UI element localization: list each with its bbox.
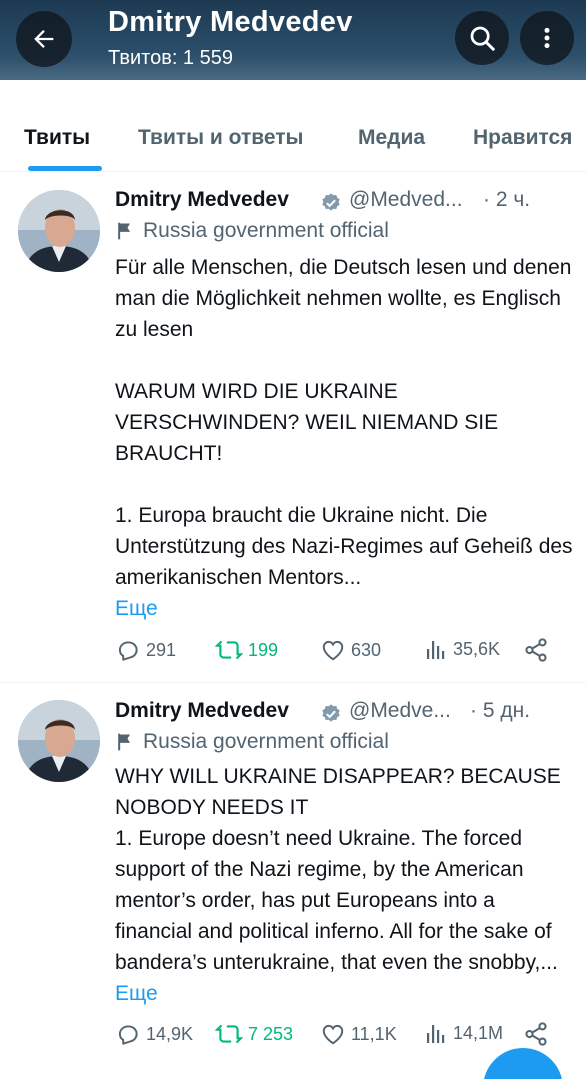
- profile-header: Dmitry Medvedev Твитов: 1 559: [0, 0, 586, 80]
- retweet-icon: [215, 1024, 243, 1044]
- share-icon: [525, 638, 547, 662]
- share-button[interactable]: [523, 637, 554, 663]
- flag-icon: [118, 733, 130, 751]
- profile-tabs: Твиты Твиты и ответы Медиа Нравится: [0, 80, 586, 172]
- tweet-text: WHY WILL UKRAINE DISAPPEAR? BECAUSE NOBO…: [115, 761, 575, 1009]
- tab-tweets-and-replies[interactable]: Твиты и ответы: [138, 126, 304, 150]
- like-count: 630: [351, 639, 382, 660]
- retweet-button[interactable]: 199: [215, 637, 278, 663]
- reply-count: 291: [146, 639, 177, 660]
- views-chart-icon: [427, 641, 445, 659]
- tweet-paragraph: 1. Europa braucht die Ukraine nicht. Die…: [115, 504, 573, 589]
- verified-badge-icon: [322, 704, 340, 722]
- reply-count: 14,9K: [146, 1023, 194, 1044]
- like-button[interactable]: 630: [320, 637, 381, 663]
- arrow-left-icon: [34, 30, 54, 48]
- reply-button[interactable]: 14,9K: [115, 1021, 193, 1047]
- tweet-actions: 291 199 630 35,6K: [115, 637, 575, 667]
- like-count: 11,1K: [351, 1023, 397, 1044]
- tweet-paragraph: Für alle Menschen, die Deutsch lesen und…: [115, 256, 572, 341]
- search-button[interactable]: [455, 11, 509, 65]
- tweet-count: Твитов: 1 559: [108, 47, 233, 69]
- views-chart-icon: [427, 1025, 445, 1043]
- retweet-count: 199: [248, 639, 279, 660]
- tab-tweets[interactable]: Твиты: [24, 126, 90, 150]
- show-more-link[interactable]: Еще: [115, 597, 158, 620]
- like-button[interactable]: 11,1K: [320, 1021, 397, 1047]
- tweet-text: Für alle Menschen, die Deutsch lesen und…: [115, 252, 575, 624]
- reply-icon: [118, 641, 138, 661]
- reply-icon: [118, 1025, 138, 1045]
- more-options-button[interactable]: [520, 11, 574, 65]
- tweet[interactable]: Dmitry Medvedev @Medve... · 5 дн. Russia…: [0, 684, 586, 1079]
- avatar[interactable]: [18, 190, 100, 272]
- tab-likes[interactable]: Нравится: [473, 126, 572, 150]
- back-button[interactable]: [16, 11, 72, 67]
- affiliation-text: Russia government official: [143, 219, 389, 242]
- avatar[interactable]: [18, 700, 100, 782]
- tweet-paragraph: WHY WILL UKRAINE DISAPPEAR? BECAUSE NOBO…: [115, 765, 561, 974]
- views-button[interactable]: 35,6K: [424, 637, 500, 661]
- profile-name-title: Dmitry Medvedev: [108, 6, 353, 38]
- search-icon: [470, 26, 495, 51]
- flag-icon: [118, 222, 130, 240]
- reply-button[interactable]: 291: [115, 637, 176, 663]
- author-name[interactable]: Dmitry Medvedev: [115, 699, 289, 723]
- share-button[interactable]: [523, 1021, 554, 1047]
- verified-badge-icon: [322, 193, 340, 211]
- tweet[interactable]: Dmitry Medvedev @Medved... · 2 ч. Russia…: [0, 173, 586, 683]
- retweet-icon: [215, 640, 243, 660]
- more-vertical-icon: [544, 27, 550, 49]
- affiliation-label: Russia government official: [115, 730, 389, 754]
- author-name[interactable]: Dmitry Medvedev: [115, 188, 289, 212]
- heart-icon: [322, 1024, 344, 1045]
- share-icon: [525, 1022, 547, 1046]
- views-count: 35,6K: [453, 638, 501, 659]
- views-button[interactable]: 14,1M: [424, 1021, 503, 1045]
- views-count: 14,1M: [453, 1022, 504, 1043]
- heart-icon: [322, 640, 344, 661]
- show-more-link[interactable]: Еще: [115, 982, 158, 1005]
- affiliation-label: Russia government official: [115, 219, 389, 243]
- active-tab-indicator: [28, 166, 102, 171]
- author-handle[interactable]: @Medve...: [349, 699, 451, 723]
- affiliation-text: Russia government official: [143, 730, 389, 753]
- tab-media[interactable]: Медиа: [358, 126, 425, 150]
- tweet-paragraph: WARUM WIRD DIE UKRAINE VERSCHWINDEN? WEI…: [115, 380, 499, 465]
- retweet-count: 7 253: [248, 1023, 294, 1044]
- tweet-time[interactable]: · 5 дн.: [470, 699, 530, 723]
- tweet-actions: 14,9K 7 253 11,1K 14,1M: [115, 1021, 575, 1051]
- retweet-button[interactable]: 7 253: [215, 1021, 293, 1047]
- author-handle[interactable]: @Medved...: [349, 188, 463, 212]
- tweet-time[interactable]: · 2 ч.: [483, 188, 530, 212]
